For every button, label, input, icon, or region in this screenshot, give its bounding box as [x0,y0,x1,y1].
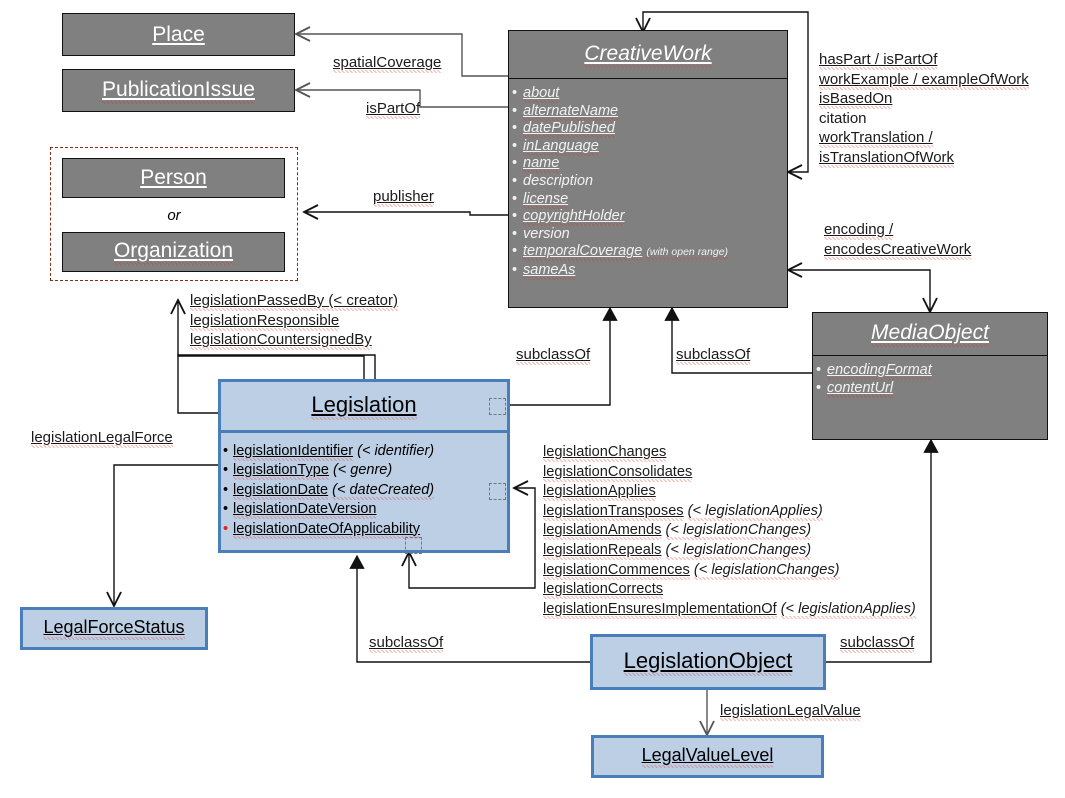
media-object-property-list: encodingFormat contentUrl [813,356,1047,398]
edge-label-creative-work-self: hasPart / isPartOf workExample / example… [819,51,1029,168]
edge-label-encoding: encoding / encodesCreativeWork [824,221,972,260]
edge-label-subclass-of-media-object: subclassOf [676,346,751,365]
class-legal-value-level-title: LegalValueLevel [641,745,774,768]
edge-publisher [304,212,508,215]
property-row: legislationType (< genre) [233,461,507,481]
property-row: legislationIdentifier (< identifier) [233,442,507,461]
class-publication-issue-title: PublicationIssue [102,77,255,104]
class-legislation[interactable]: Legislation legislationIdentifier (< ide… [218,379,510,554]
property-row: legislationDate (< dateCreated) [233,481,507,500]
class-legislation-title: Legislation [311,392,417,420]
property-row: sameAs [523,261,787,280]
property-row: legislationDateVersion [233,500,507,520]
property-row-required: legislationDateOfApplicability [233,520,507,539]
class-media-object-title: MediaObject [871,321,989,347]
class-media-object[interactable]: MediaObject encodingFormat contentUrl [812,312,1048,440]
class-place[interactable]: Place [62,13,295,56]
property-row: license [523,190,787,209]
edge-label-legislation-agent: legislationPassedBy (< creator) legislat… [190,292,399,351]
property-row: encodingFormat [827,362,1047,380]
property-row: version [523,226,787,244]
diagram-canvas: Place PublicationIssue or Person Organiz… [0,0,1065,798]
connector-handle-right-mid[interactable] [489,483,506,500]
property-row: description [523,173,787,191]
or-label: or [167,207,181,224]
property-row: alternateName [523,102,787,121]
property-row: contentUrl [827,379,1047,398]
edge-label-subclass-of-legislation: subclassOf [516,346,591,365]
edge-label-legislation-legal-value: legislationLegalValue [720,702,861,721]
creative-work-property-list: about alternateName datePublished inLang… [509,79,787,280]
class-organization[interactable]: Organization [62,232,285,272]
property-row: copyrightHolder [523,208,787,227]
class-creative-work[interactable]: CreativeWork about alternateName datePub… [508,30,788,308]
edge-label-publisher: publisher [373,188,434,207]
property-row: datePublished [523,120,787,139]
edge-label-subclass-of-legislation-object-left: subclassOf [369,634,444,653]
class-legal-force-status[interactable]: LegalForceStatus [20,607,208,650]
class-place-title: Place [152,22,205,46]
class-legislation-object[interactable]: LegislationObject [590,634,826,690]
edge-legislation-legal-force [114,464,218,606]
connector-handle-bottom[interactable] [405,537,422,554]
class-person[interactable]: Person [62,158,285,198]
edge-label-is-part-of: isPartOf [366,100,421,119]
class-publication-issue[interactable]: PublicationIssue [62,69,295,112]
class-organization-title: Organization [113,239,234,265]
edge-label-legislation-legal-force: legislationLegalForce [31,429,173,448]
property-row: inLanguage [523,137,787,156]
connector-handle-right-top[interactable] [489,398,506,415]
class-creative-work-title: CreativeWork [584,41,712,68]
class-legal-force-status-title: LegalForceStatus [43,617,185,640]
property-row: temporalCoverage (with open range) [523,243,787,262]
legislation-property-list: legislationIdentifier (< identifier) leg… [221,433,507,539]
class-person-title: Person [140,166,207,189]
edge-label-legislation-self: legislationChanges legislationConsolidat… [543,444,916,619]
edge-label-subclass-of-legislation-object-right: subclassOf [840,634,915,653]
property-row: about [523,85,787,103]
edge-encoding [788,270,930,312]
property-row: name [523,155,787,174]
edge-label-spatial-coverage: spatialCoverage [333,54,442,73]
class-legal-value-level[interactable]: LegalValueLevel [591,735,824,778]
class-legislation-object-title: LegislationObject [623,648,793,676]
